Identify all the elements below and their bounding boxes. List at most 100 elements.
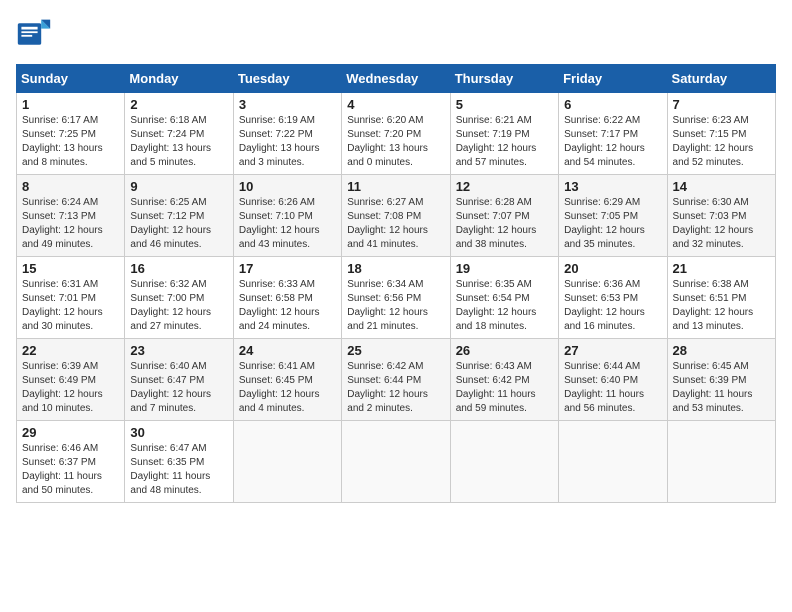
day-info: Sunrise: 6:17 AM Sunset: 7:25 PM Dayligh… bbox=[22, 114, 119, 170]
day-number: 13 bbox=[564, 179, 661, 194]
day-info: Sunrise: 6:26 AM Sunset: 7:10 PM Dayligh… bbox=[239, 196, 336, 252]
day-cell: 14 Sunrise: 6:30 AM Sunset: 7:03 PM Dayl… bbox=[667, 175, 775, 257]
day-info: Sunrise: 6:30 AM Sunset: 7:03 PM Dayligh… bbox=[673, 196, 770, 252]
day-info: Sunrise: 6:25 AM Sunset: 7:12 PM Dayligh… bbox=[130, 196, 227, 252]
day-cell bbox=[450, 421, 558, 503]
day-cell: 13 Sunrise: 6:29 AM Sunset: 7:05 PM Dayl… bbox=[559, 175, 667, 257]
day-cell: 22 Sunrise: 6:39 AM Sunset: 6:49 PM Dayl… bbox=[17, 339, 125, 421]
day-cell: 25 Sunrise: 6:42 AM Sunset: 6:44 PM Dayl… bbox=[342, 339, 450, 421]
day-number: 9 bbox=[130, 179, 227, 194]
day-number: 14 bbox=[673, 179, 770, 194]
week-row: 8 Sunrise: 6:24 AM Sunset: 7:13 PM Dayli… bbox=[17, 175, 776, 257]
day-info: Sunrise: 6:20 AM Sunset: 7:20 PM Dayligh… bbox=[347, 114, 444, 170]
week-row: 29 Sunrise: 6:46 AM Sunset: 6:37 PM Dayl… bbox=[17, 421, 776, 503]
day-cell: 4 Sunrise: 6:20 AM Sunset: 7:20 PM Dayli… bbox=[342, 93, 450, 175]
day-cell: 8 Sunrise: 6:24 AM Sunset: 7:13 PM Dayli… bbox=[17, 175, 125, 257]
day-info: Sunrise: 6:42 AM Sunset: 6:44 PM Dayligh… bbox=[347, 360, 444, 416]
day-number: 2 bbox=[130, 97, 227, 112]
day-number: 8 bbox=[22, 179, 119, 194]
day-info: Sunrise: 6:28 AM Sunset: 7:07 PM Dayligh… bbox=[456, 196, 553, 252]
day-number: 27 bbox=[564, 343, 661, 358]
day-number: 20 bbox=[564, 261, 661, 276]
day-cell: 16 Sunrise: 6:32 AM Sunset: 7:00 PM Dayl… bbox=[125, 257, 233, 339]
day-number: 19 bbox=[456, 261, 553, 276]
day-info: Sunrise: 6:41 AM Sunset: 6:45 PM Dayligh… bbox=[239, 360, 336, 416]
day-info: Sunrise: 6:31 AM Sunset: 7:01 PM Dayligh… bbox=[22, 278, 119, 334]
day-number: 25 bbox=[347, 343, 444, 358]
day-info: Sunrise: 6:27 AM Sunset: 7:08 PM Dayligh… bbox=[347, 196, 444, 252]
day-cell bbox=[342, 421, 450, 503]
day-number: 21 bbox=[673, 261, 770, 276]
week-row: 15 Sunrise: 6:31 AM Sunset: 7:01 PM Dayl… bbox=[17, 257, 776, 339]
weekday-row: SundayMondayTuesdayWednesdayThursdayFrid… bbox=[17, 65, 776, 93]
day-info: Sunrise: 6:19 AM Sunset: 7:22 PM Dayligh… bbox=[239, 114, 336, 170]
day-cell: 24 Sunrise: 6:41 AM Sunset: 6:45 PM Dayl… bbox=[233, 339, 341, 421]
day-number: 3 bbox=[239, 97, 336, 112]
calendar-table: SundayMondayTuesdayWednesdayThursdayFrid… bbox=[16, 64, 776, 503]
day-info: Sunrise: 6:43 AM Sunset: 6:42 PM Dayligh… bbox=[456, 360, 553, 416]
day-number: 16 bbox=[130, 261, 227, 276]
day-info: Sunrise: 6:23 AM Sunset: 7:15 PM Dayligh… bbox=[673, 114, 770, 170]
day-cell: 17 Sunrise: 6:33 AM Sunset: 6:58 PM Dayl… bbox=[233, 257, 341, 339]
day-number: 11 bbox=[347, 179, 444, 194]
day-cell: 5 Sunrise: 6:21 AM Sunset: 7:19 PM Dayli… bbox=[450, 93, 558, 175]
day-number: 22 bbox=[22, 343, 119, 358]
weekday-header: Sunday bbox=[17, 65, 125, 93]
day-info: Sunrise: 6:38 AM Sunset: 6:51 PM Dayligh… bbox=[673, 278, 770, 334]
weekday-header: Friday bbox=[559, 65, 667, 93]
day-cell: 3 Sunrise: 6:19 AM Sunset: 7:22 PM Dayli… bbox=[233, 93, 341, 175]
day-info: Sunrise: 6:18 AM Sunset: 7:24 PM Dayligh… bbox=[130, 114, 227, 170]
day-cell: 11 Sunrise: 6:27 AM Sunset: 7:08 PM Dayl… bbox=[342, 175, 450, 257]
day-number: 1 bbox=[22, 97, 119, 112]
day-info: Sunrise: 6:21 AM Sunset: 7:19 PM Dayligh… bbox=[456, 114, 553, 170]
calendar-body: 1 Sunrise: 6:17 AM Sunset: 7:25 PM Dayli… bbox=[17, 93, 776, 503]
weekday-header: Saturday bbox=[667, 65, 775, 93]
calendar-header: SundayMondayTuesdayWednesdayThursdayFrid… bbox=[17, 65, 776, 93]
day-cell: 26 Sunrise: 6:43 AM Sunset: 6:42 PM Dayl… bbox=[450, 339, 558, 421]
day-cell: 10 Sunrise: 6:26 AM Sunset: 7:10 PM Dayl… bbox=[233, 175, 341, 257]
day-number: 5 bbox=[456, 97, 553, 112]
day-cell: 2 Sunrise: 6:18 AM Sunset: 7:24 PM Dayli… bbox=[125, 93, 233, 175]
day-info: Sunrise: 6:29 AM Sunset: 7:05 PM Dayligh… bbox=[564, 196, 661, 252]
day-cell bbox=[667, 421, 775, 503]
day-number: 12 bbox=[456, 179, 553, 194]
day-cell: 15 Sunrise: 6:31 AM Sunset: 7:01 PM Dayl… bbox=[17, 257, 125, 339]
day-number: 10 bbox=[239, 179, 336, 194]
day-cell: 21 Sunrise: 6:38 AM Sunset: 6:51 PM Dayl… bbox=[667, 257, 775, 339]
day-info: Sunrise: 6:36 AM Sunset: 6:53 PM Dayligh… bbox=[564, 278, 661, 334]
weekday-header: Thursday bbox=[450, 65, 558, 93]
day-number: 23 bbox=[130, 343, 227, 358]
day-cell: 9 Sunrise: 6:25 AM Sunset: 7:12 PM Dayli… bbox=[125, 175, 233, 257]
day-number: 18 bbox=[347, 261, 444, 276]
page-header bbox=[16, 16, 776, 52]
day-cell: 23 Sunrise: 6:40 AM Sunset: 6:47 PM Dayl… bbox=[125, 339, 233, 421]
day-cell: 18 Sunrise: 6:34 AM Sunset: 6:56 PM Dayl… bbox=[342, 257, 450, 339]
day-cell: 27 Sunrise: 6:44 AM Sunset: 6:40 PM Dayl… bbox=[559, 339, 667, 421]
day-info: Sunrise: 6:45 AM Sunset: 6:39 PM Dayligh… bbox=[673, 360, 770, 416]
day-cell: 6 Sunrise: 6:22 AM Sunset: 7:17 PM Dayli… bbox=[559, 93, 667, 175]
day-cell: 30 Sunrise: 6:47 AM Sunset: 6:35 PM Dayl… bbox=[125, 421, 233, 503]
weekday-header: Wednesday bbox=[342, 65, 450, 93]
day-info: Sunrise: 6:22 AM Sunset: 7:17 PM Dayligh… bbox=[564, 114, 661, 170]
day-number: 15 bbox=[22, 261, 119, 276]
day-cell: 12 Sunrise: 6:28 AM Sunset: 7:07 PM Dayl… bbox=[450, 175, 558, 257]
day-number: 7 bbox=[673, 97, 770, 112]
day-info: Sunrise: 6:40 AM Sunset: 6:47 PM Dayligh… bbox=[130, 360, 227, 416]
day-cell: 1 Sunrise: 6:17 AM Sunset: 7:25 PM Dayli… bbox=[17, 93, 125, 175]
day-info: Sunrise: 6:39 AM Sunset: 6:49 PM Dayligh… bbox=[22, 360, 119, 416]
day-number: 4 bbox=[347, 97, 444, 112]
day-cell: 28 Sunrise: 6:45 AM Sunset: 6:39 PM Dayl… bbox=[667, 339, 775, 421]
logo bbox=[16, 16, 58, 52]
day-number: 17 bbox=[239, 261, 336, 276]
day-info: Sunrise: 6:35 AM Sunset: 6:54 PM Dayligh… bbox=[456, 278, 553, 334]
logo-icon bbox=[16, 16, 52, 52]
weekday-header: Tuesday bbox=[233, 65, 341, 93]
weekday-header: Monday bbox=[125, 65, 233, 93]
day-cell bbox=[559, 421, 667, 503]
day-number: 26 bbox=[456, 343, 553, 358]
day-info: Sunrise: 6:33 AM Sunset: 6:58 PM Dayligh… bbox=[239, 278, 336, 334]
week-row: 1 Sunrise: 6:17 AM Sunset: 7:25 PM Dayli… bbox=[17, 93, 776, 175]
day-cell bbox=[233, 421, 341, 503]
day-cell: 20 Sunrise: 6:36 AM Sunset: 6:53 PM Dayl… bbox=[559, 257, 667, 339]
day-info: Sunrise: 6:47 AM Sunset: 6:35 PM Dayligh… bbox=[130, 442, 227, 498]
